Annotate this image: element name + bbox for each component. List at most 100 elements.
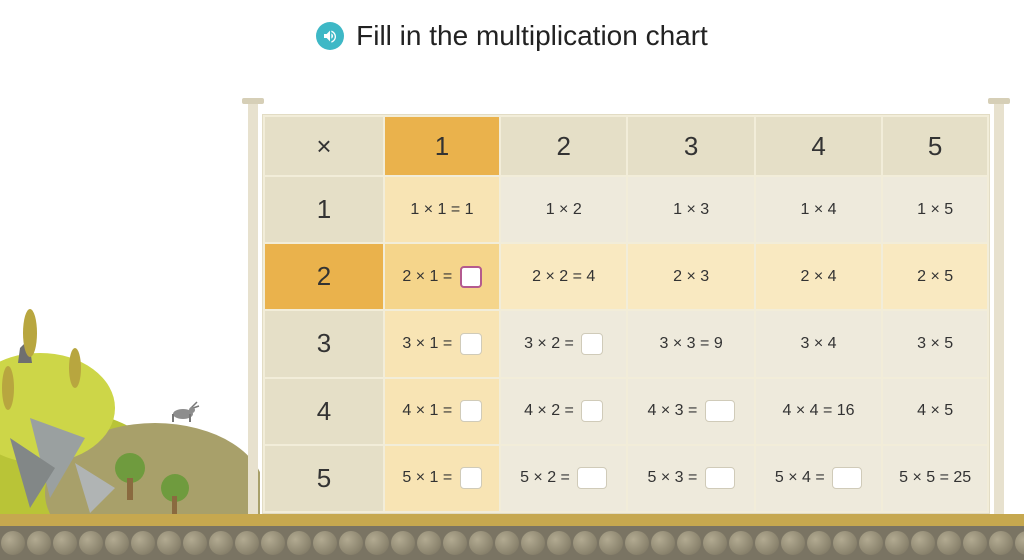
pebble [781,531,805,555]
column-header-row: × 1 2 3 4 5 [264,116,988,176]
pebble [131,531,155,555]
answer-input-5-2[interactable] [577,467,607,489]
table-body: 11 × 1 = 11 × 21 × 31 × 41 × 522 × 1 = 2… [264,176,988,512]
cell-4-4: 4 × 4 = 16 [755,378,882,445]
pebble [885,531,909,555]
cell-expression: 1 × 3 [673,201,709,218]
cell-expression: 3 × 5 [917,335,953,352]
cell-expression: 2 × 5 [917,268,953,285]
answer-input-4-1[interactable] [460,400,482,422]
table-row: 44 × 1 = 4 × 2 = 4 × 3 = 4 × 4 = 16 4 × 5 [264,378,988,445]
pebble [235,531,259,555]
cell-expression: 4 × 2 = [524,402,574,419]
pebble [79,531,103,555]
pebble [573,531,597,555]
cell-4-2: 4 × 2 = [500,378,627,445]
cell-expression: 5 × 5 = 25 [899,469,971,486]
cell-expression: 5 × 4 = [775,470,825,487]
answer-input-5-3[interactable] [705,467,735,489]
cell-expression: 5 × 3 = [647,470,697,487]
cell-4-3: 4 × 3 = [627,378,754,445]
pebble [911,531,935,555]
pebble [417,531,441,555]
pebble [261,531,285,555]
cell-3-2: 3 × 2 = [500,310,627,377]
row-header-4: 4 [264,378,384,445]
pebble [625,531,649,555]
table-row: 22 × 1 = 2 × 2 = 42 × 32 × 42 × 5 [264,243,988,310]
pebble [937,531,961,555]
row-header-1: 1 [264,176,384,243]
cell-expression: 1 × 2 [546,201,582,218]
pebble [599,531,623,555]
answer-input-2-1[interactable] [460,266,482,288]
cell-5-5: 5 × 5 = 25 [882,445,988,512]
row-header-3: 3 [264,310,384,377]
cell-expression: 2 × 3 [673,268,709,285]
answer-input-3-1[interactable] [460,333,482,355]
page-title: Fill in the multiplication chart [356,20,708,52]
header: Fill in the multiplication chart [0,0,1024,52]
pebble [495,531,519,555]
answer-input-4-3[interactable] [705,400,735,422]
cell-expression: 2 × 4 [801,268,837,285]
pebble [807,531,831,555]
scene: × 1 2 3 4 5 1 1 × 1 = 1 1 × 2 1 × 3 1 × 4 1 ×… [0,70,1024,560]
row-header-2: 2 [264,243,384,310]
pebble [521,531,545,555]
cell-1-5: 1 × 5 [882,176,988,243]
pebble [989,531,1013,555]
cell-expression: 4 × 3 = [647,402,697,419]
audio-button[interactable] [316,22,344,50]
answer-input-4-2[interactable] [581,400,603,422]
cell-3-4: 3 × 4 [755,310,882,377]
cell-expression: 3 × 1 = [402,335,452,352]
cell-5-1: 5 × 1 = [384,445,500,512]
pebble [651,531,675,555]
pebble [27,531,51,555]
cell-4-1: 4 × 1 = [384,378,500,445]
pebble [105,531,129,555]
corner-cell: × [264,116,384,176]
pebble [1015,531,1024,555]
speaker-icon [322,28,338,44]
col-header-3: 3 [627,116,754,176]
cell-5-2: 5 × 2 = [500,445,627,512]
pebble [1,531,25,555]
table-row: 3 3 × 1 = 3 × 2 = 3 × 3 = 93 × 4 3 × 5 [264,310,988,377]
cell-3-5: 3 × 5 [882,310,988,377]
col-header-2: 2 [500,116,627,176]
pebble-row [0,526,1024,560]
pebble [313,531,337,555]
pebble [157,531,181,555]
answer-input-5-1[interactable] [460,467,482,489]
table-row: 1 1 × 1 = 1 1 × 2 1 × 3 1 × 4 1 × 5 [264,176,988,243]
pebble [391,531,415,555]
cell-expression: 1 × 1 = 1 [410,201,473,218]
multiplication-board: × 1 2 3 4 5 1 1 × 1 = 1 1 × 2 1 × 3 1 × 4 1 ×… [262,114,990,514]
pebble [339,531,363,555]
pebble [729,531,753,555]
cell-1-4: 1 × 4 [755,176,882,243]
cell-3-3: 3 × 3 = 9 [627,310,754,377]
pillar-right [994,102,1004,518]
pillar-left [248,102,258,518]
cell-expression: 4 × 4 = 16 [783,402,855,419]
pebble [755,531,779,555]
cell-expression: 1 × 5 [917,201,953,218]
multiplication-table: × 1 2 3 4 5 1 1 × 1 = 1 1 × 2 1 × 3 1 × 4 1 ×… [263,115,989,513]
answer-input-5-4[interactable] [832,467,862,489]
cell-expression: 2 × 2 = 4 [532,268,595,285]
answer-input-3-2[interactable] [581,333,603,355]
pebble [443,531,467,555]
pebble [53,531,77,555]
pebble [287,531,311,555]
cell-expression: 4 × 5 [917,402,953,419]
cell-2-2: 2 × 2 = 4 [500,243,627,310]
cell-2-4: 2 × 4 [755,243,882,310]
cell-expression: 3 × 2 = [524,335,574,352]
pebble [859,531,883,555]
cell-expression: 1 × 4 [801,201,837,218]
pebble [547,531,571,555]
table-row: 55 × 1 = 5 × 2 = 5 × 3 = 5 × 4 = 5 × 5 =… [264,445,988,512]
